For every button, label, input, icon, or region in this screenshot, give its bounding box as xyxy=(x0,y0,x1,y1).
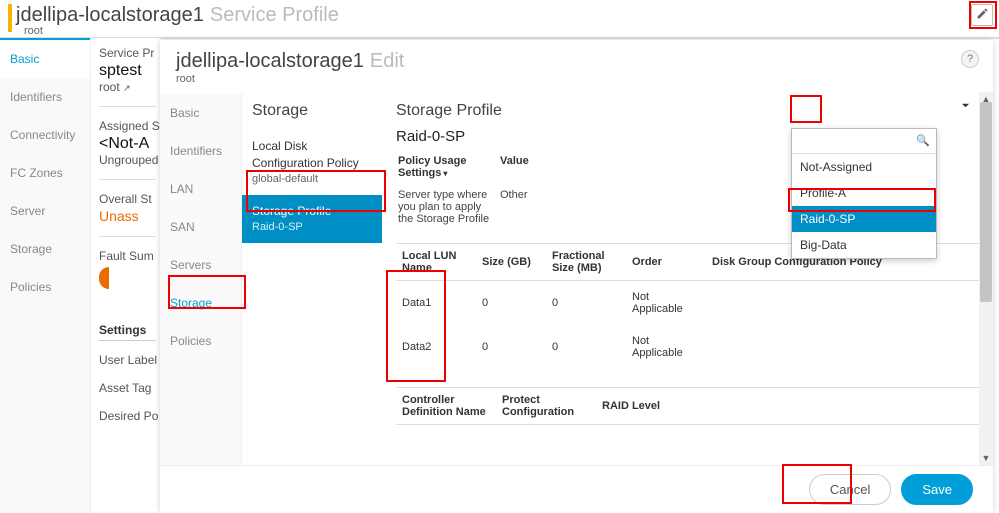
dnav-policies[interactable]: Policies xyxy=(160,322,241,360)
sp-name: sptest xyxy=(99,62,156,80)
scroll-thumb[interactable] xyxy=(980,102,992,302)
cancel-button[interactable]: Cancel xyxy=(809,474,891,505)
dnav-san[interactable]: SAN xyxy=(160,208,241,246)
server-type-label: Server type where you plan to apply the … xyxy=(398,185,498,229)
save-button[interactable]: Save xyxy=(901,474,973,505)
nav-storage[interactable]: Storage xyxy=(0,230,90,268)
fault-badge xyxy=(99,267,109,289)
nav-server[interactable]: Server xyxy=(0,192,90,230)
settings-heading: Settings xyxy=(99,323,156,341)
ctrl-hdr-raid: RAID Level xyxy=(596,388,985,425)
page-header: jdellipa-localstorage1 Service Profile ro… xyxy=(0,0,999,39)
edit-button[interactable] xyxy=(971,4,993,26)
dialog-scrollbar[interactable]: ▲ ▼ xyxy=(979,92,993,465)
svc-label: Service Pr xyxy=(99,46,156,60)
dialog-root: root xyxy=(176,73,977,85)
nav-fczones[interactable]: FC Zones xyxy=(0,154,90,192)
lun-name: Data2 xyxy=(396,325,476,369)
dnav-basic[interactable]: Basic xyxy=(160,94,241,132)
assigned-sub: Ungrouped xyxy=(99,153,156,167)
dialog-footer: Cancel Save xyxy=(160,465,993,513)
lun-size: 0 xyxy=(476,325,546,369)
dropdown-option-selected[interactable]: Raid-0-SP xyxy=(792,206,936,232)
lun-row: Data2 0 0 Not Applicable xyxy=(396,325,985,369)
header-accent xyxy=(8,4,12,32)
row-assettag: Asset Tag xyxy=(99,375,156,401)
row-userlabel: User Label xyxy=(99,347,156,373)
sp-root: root xyxy=(99,80,120,94)
lun-hdr-order: Order xyxy=(626,244,706,281)
storage-item-sub: global-default xyxy=(252,172,372,187)
dialog-nav: Basic Identifiers LAN SAN Servers Storag… xyxy=(160,94,242,465)
lun-dg xyxy=(706,281,985,326)
lun-row: Data1 0 0 Not Applicable xyxy=(396,281,985,326)
assigned-value: <Not-A xyxy=(99,135,156,153)
profile-heading: Storage Profile xyxy=(396,102,985,120)
lun-hdr-frac: Fractional Size (MB) xyxy=(546,244,626,281)
sort-icon[interactable]: ▾ xyxy=(443,169,447,178)
dnav-lan[interactable]: LAN xyxy=(160,170,241,208)
help-icon[interactable]: ? xyxy=(961,50,979,68)
nav-connectivity[interactable]: Connectivity xyxy=(0,116,90,154)
search-icon: 🔍 xyxy=(916,134,930,147)
ctrl-hdr-protect: Protect Configuration xyxy=(496,388,596,425)
row-desiredpo: Desired Po xyxy=(99,403,156,429)
left-nav: Basic Identifiers Connectivity FC Zones … xyxy=(0,38,90,513)
lun-hdr-size: Size (GB) xyxy=(476,244,546,281)
overall-value: Unass xyxy=(99,208,156,224)
dnav-storage[interactable]: Storage xyxy=(160,284,241,322)
page-section: Service Profile xyxy=(210,4,339,26)
dnav-identifiers[interactable]: Identifiers xyxy=(160,132,241,170)
storage-item-profile[interactable]: Storage Profile Raid-0-SP xyxy=(242,195,382,243)
storage-item-title: Storage Profile xyxy=(252,203,372,220)
nav-basic[interactable]: Basic xyxy=(0,38,90,78)
page-title: jdellipa-localstorage1 xyxy=(16,4,204,26)
storage-item-title: Local Disk Configuration Policy xyxy=(252,138,372,172)
dropdown-search-input[interactable] xyxy=(792,129,936,154)
storage-heading: Storage xyxy=(242,94,382,130)
storage-item-sub: Raid-0-SP xyxy=(252,220,372,235)
storage-item-localdisk[interactable]: Local Disk Configuration Policy global-d… xyxy=(242,130,382,195)
lun-frac: 0 xyxy=(546,325,626,369)
summary-panel: Service Pr sptest root ↗ Assigned S <Not… xyxy=(90,38,160,513)
scroll-down-icon[interactable]: ▼ xyxy=(979,451,993,465)
settings-col-hdr: Policy Usage Settings xyxy=(398,155,466,179)
pencil-icon xyxy=(976,7,989,23)
lun-hdr-name: Local LUN Name xyxy=(396,244,476,281)
nav-policies[interactable]: Policies xyxy=(0,268,90,306)
assigned-label: Assigned S xyxy=(99,119,156,133)
profile-dropdown-trigger[interactable] xyxy=(955,96,975,116)
lun-size: 0 xyxy=(476,281,546,326)
caret-down-icon xyxy=(961,99,970,113)
dnav-servers[interactable]: Servers xyxy=(160,246,241,284)
lun-name: Data1 xyxy=(396,281,476,326)
fault-label: Fault Sum xyxy=(99,249,156,263)
page-root: root xyxy=(24,25,339,37)
lun-dg xyxy=(706,325,985,369)
dialog-mode: Edit xyxy=(370,50,404,72)
dropdown-option[interactable]: Not-Assigned xyxy=(792,154,936,180)
dialog-header: jdellipa-localstorage1 Edit root xyxy=(160,40,993,91)
dropdown-option[interactable]: Big-Data xyxy=(792,232,936,258)
ctrl-hdr-name: Controller Definition Name xyxy=(396,388,496,425)
overall-label: Overall St xyxy=(99,192,156,206)
edit-dialog: jdellipa-localstorage1 Edit root ? Basic … xyxy=(160,40,993,513)
controller-table: Controller Definition Name Protect Confi… xyxy=(396,387,985,425)
lun-order: Not Applicable xyxy=(626,281,706,326)
external-link-icon[interactable]: ↗ xyxy=(123,83,131,93)
lun-frac: 0 xyxy=(546,281,626,326)
dropdown-option[interactable]: Profile-A xyxy=(792,180,936,206)
storage-column: Storage Local Disk Configuration Policy … xyxy=(242,94,382,465)
dialog-title: jdellipa-localstorage1 xyxy=(176,50,364,72)
nav-identifiers[interactable]: Identifiers xyxy=(0,78,90,116)
lun-table: Local LUN Name Size (GB) Fractional Size… xyxy=(396,243,985,369)
profile-dropdown: 🔍 Not-Assigned Profile-A Raid-0-SP Big-D… xyxy=(791,128,937,259)
lun-order: Not Applicable xyxy=(626,325,706,369)
